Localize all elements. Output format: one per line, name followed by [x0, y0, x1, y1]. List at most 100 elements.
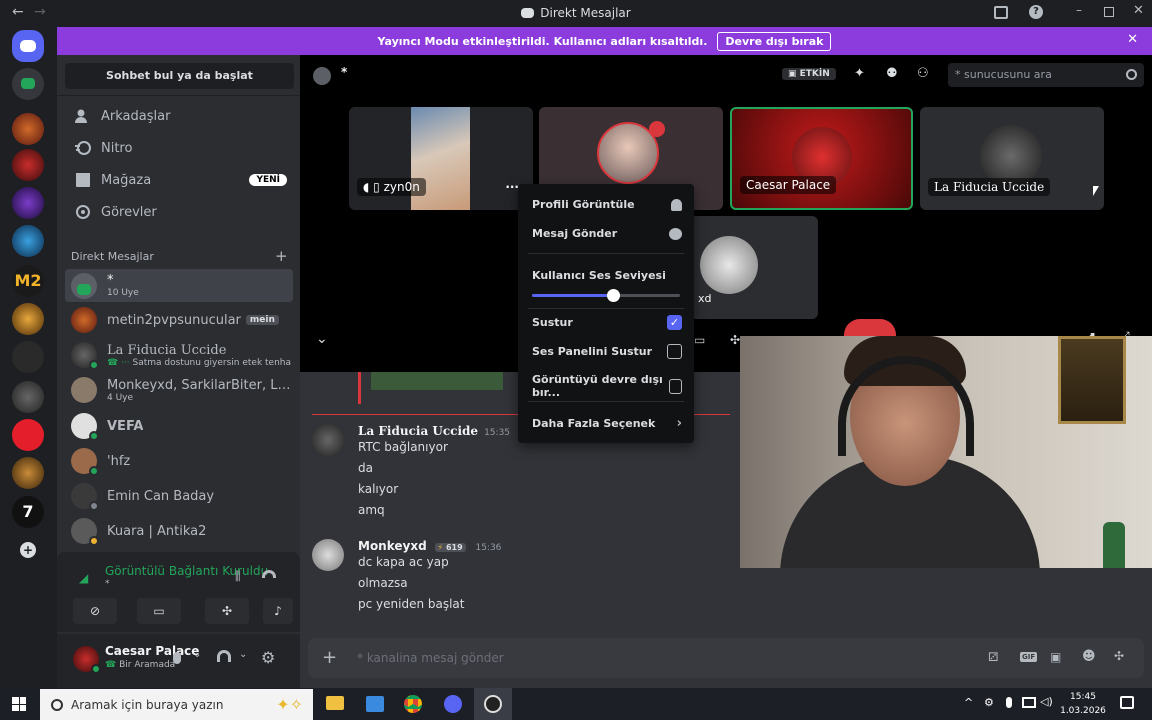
chrome-icon[interactable] — [404, 695, 422, 713]
dm-item[interactable]: La Fiducia Uccide ☎ ··· Satma dostunu giy… — [65, 338, 293, 372]
message-composer[interactable]: + * kanalina mesaj gönder ⚂ GIF ▣ ☻ ✣ — [308, 638, 1144, 678]
home-button[interactable] — [12, 30, 44, 62]
nav-nitro[interactable]: Nitro — [65, 132, 291, 164]
volume-icon[interactable]: ◁) — [1040, 695, 1053, 708]
dm-item[interactable]: Kuara | Antika2 — [65, 514, 293, 548]
dm-call-guild[interactable] — [12, 68, 44, 100]
emoji-icon[interactable]: ☻ — [1082, 649, 1096, 664]
screen-share-button[interactable]: ▭ — [137, 598, 181, 624]
menu-more-options[interactable]: Daha Fazla Seçenek › — [532, 416, 682, 431]
screen-share-icon[interactable]: ▭ — [694, 333, 705, 347]
dm-item[interactable]: * 10 Üye — [65, 269, 293, 302]
checkbox[interactable] — [667, 344, 682, 359]
discord-taskbar-icon[interactable] — [444, 695, 462, 713]
network-icon[interactable] — [1022, 697, 1036, 708]
nav-shop[interactable]: Mağaza YENİ — [65, 164, 291, 196]
user-avatar[interactable] — [73, 646, 101, 674]
close-button[interactable]: ✕ — [1133, 3, 1144, 18]
server-icon[interactable] — [12, 381, 44, 413]
tray-chevron-icon[interactable]: ^ — [964, 696, 973, 709]
nav-quests[interactable]: Görevler — [65, 196, 291, 228]
headphones-icon[interactable] — [217, 650, 231, 662]
checkbox[interactable] — [669, 378, 682, 394]
close-icon[interactable]: ✕ — [1127, 32, 1138, 47]
server-icon[interactable] — [12, 303, 44, 335]
voice-status[interactable]: Görüntülü Bağlantı Kuruldu — [105, 564, 268, 578]
sticker-icon[interactable]: ▣ — [1050, 650, 1061, 664]
collapse-chevron-icon[interactable]: ⌄ — [316, 331, 328, 347]
soundboard-button[interactable]: ♪ — [263, 598, 293, 624]
dm-item[interactable]: metin2pvpsunucular mein — [65, 303, 293, 337]
participant-tile[interactable]: La Fiducia Uccide — [920, 107, 1104, 210]
conversation-search-button[interactable]: Sohbet bul ya da başlat — [65, 63, 294, 89]
message-author[interactable]: Monkeyxd — [358, 539, 427, 553]
menu-view-profile[interactable]: Profili Görüntüle — [532, 198, 682, 211]
participant-tile[interactable]: Caesar Palace — [730, 107, 913, 210]
message-author[interactable]: La Fiducia Uccide — [358, 424, 478, 438]
windows-start-icon[interactable] — [12, 697, 26, 711]
camera-off-button[interactable]: ⊘ — [73, 598, 117, 624]
server-icon[interactable] — [12, 341, 44, 373]
server-icon[interactable] — [12, 113, 44, 145]
microphone-icon[interactable] — [173, 652, 181, 664]
volume-slider[interactable] — [532, 289, 680, 302]
clock[interactable]: 15:45 1.03.2026 — [1060, 690, 1106, 718]
dm-item[interactable]: 'hfz — [65, 444, 293, 478]
minimize-button[interactable]: – — [1076, 3, 1082, 17]
avatar[interactable] — [312, 424, 344, 456]
nav-friends[interactable]: Arkadaşlar — [65, 100, 291, 132]
avatar[interactable] — [312, 539, 344, 571]
participant-tile[interactable]: xd — [690, 216, 818, 319]
chevron-down-icon[interactable]: ⌄ — [239, 649, 247, 660]
add-server-icon[interactable]: + — [20, 542, 36, 558]
sparkle-icon: ✦✧ — [276, 695, 303, 714]
server-icon[interactable]: 7 — [12, 496, 44, 528]
server-search-input[interactable]: * sunucusunu ara — [948, 63, 1144, 87]
member-list-icon[interactable]: ⚇ — [917, 66, 929, 81]
taskbar-search-input[interactable]: Aramak için buraya yazın ✦✧ — [40, 689, 313, 720]
dm-item[interactable]: Emin Can Baday — [65, 479, 293, 513]
participant-tile[interactable]: ◖ ▯ zyn0n ··· — [349, 107, 533, 210]
server-icon[interactable] — [12, 187, 44, 219]
more-options-icon[interactable]: ··· — [505, 180, 519, 194]
tile-label: Caesar Palace — [740, 176, 837, 194]
activities-icon[interactable]: ✣ — [730, 333, 740, 347]
activities-button[interactable]: ✣ — [205, 598, 249, 624]
menu-mute[interactable]: Sustur ✓ — [532, 315, 682, 330]
volume-slider-handle[interactable] — [607, 289, 621, 302]
checkbox-checked[interactable]: ✓ — [667, 315, 682, 330]
inbox-icon[interactable] — [994, 6, 1008, 19]
settings-gear-icon[interactable]: ⚙ — [261, 648, 275, 667]
add-friends-icon[interactable]: ⚉ — [886, 66, 898, 81]
active-app-highlight[interactable] — [474, 688, 512, 720]
gift-icon[interactable]: ⚂ — [988, 650, 998, 664]
menu-disable-video[interactable]: Görüntüyü devre dışı bır... — [532, 373, 682, 399]
help-icon[interactable]: ? — [1029, 5, 1043, 19]
create-dm-button[interactable]: + — [275, 247, 288, 265]
apps-icon[interactable]: ✣ — [1114, 649, 1124, 663]
menu-send-message[interactable]: Mesaj Gönder — [532, 227, 682, 240]
server-icon[interactable] — [12, 457, 44, 489]
upload-plus-icon[interactable]: + — [322, 647, 337, 668]
server-icon[interactable] — [12, 149, 44, 181]
notifications-icon[interactable] — [1120, 696, 1134, 709]
noise-suppression-icon[interactable]: ⫼ — [235, 569, 241, 584]
server-icon[interactable] — [12, 419, 44, 451]
maximize-button[interactable] — [1104, 7, 1114, 17]
app-icon[interactable] — [366, 696, 384, 712]
window-title: Direkt Mesajlar — [0, 6, 1152, 20]
server-icon[interactable]: M2 — [12, 265, 44, 297]
menu-mute-soundboard[interactable]: Ses Panelini Sustur — [532, 344, 682, 359]
dm-item[interactable]: Monkeyxd, SarkilarBiter, La ... 4 Üye — [65, 373, 293, 407]
tray-icon[interactable]: ⚙ — [984, 696, 994, 709]
message-input[interactable]: * kanalina mesaj gönder — [357, 651, 504, 665]
dm-item[interactable]: VEFA — [65, 409, 293, 443]
server-icon[interactable] — [12, 225, 44, 257]
disable-streamer-mode-button[interactable]: Devre dışı bırak — [717, 31, 832, 51]
microphone-tray-icon[interactable] — [1006, 697, 1012, 708]
chevron-down-icon[interactable]: ⌄ — [193, 649, 201, 660]
pin-icon[interactable]: ✦ — [854, 66, 865, 81]
file-explorer-icon[interactable] — [326, 696, 344, 710]
disconnect-icon[interactable] — [262, 570, 276, 578]
gif-icon[interactable]: GIF — [1020, 652, 1038, 662]
